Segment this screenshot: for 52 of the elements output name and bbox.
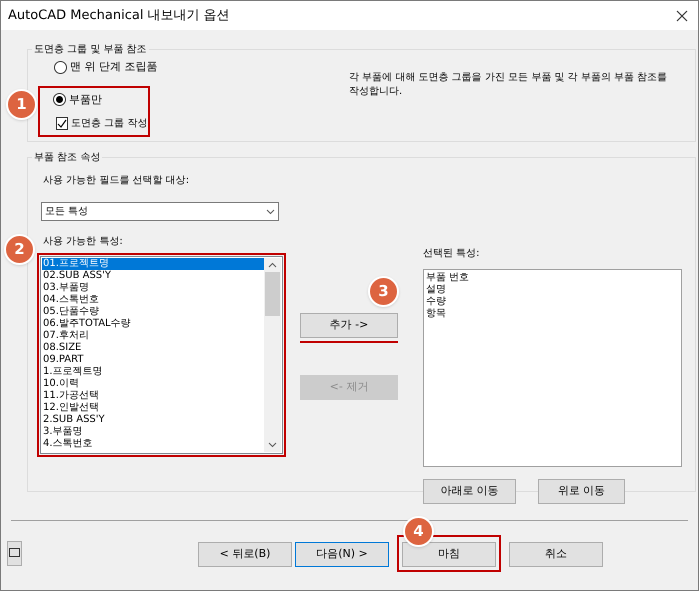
list-item[interactable]: 08.SIZE: [42, 342, 264, 354]
list-item[interactable]: 설명: [426, 284, 679, 296]
footer-button[interactable]: 다음(N) >: [295, 542, 389, 567]
step-badge: 3: [368, 276, 399, 307]
list-item[interactable]: 02.SUB ASS'Y: [42, 270, 264, 282]
list-item[interactable]: 12.인발선택: [42, 402, 264, 414]
checkbox-label: 도면층 그룹 작성: [71, 117, 148, 131]
field-label: 사용 가능한 특성:: [43, 235, 124, 249]
step-badge: 2: [4, 234, 35, 265]
footer-button[interactable]: < 뒤로(B): [198, 542, 292, 567]
chevron-down-icon: [266, 208, 275, 214]
list-item[interactable]: 07.후처리: [42, 330, 264, 342]
list-item[interactable]: 2.SUB ASS'Y: [42, 414, 264, 426]
list-item[interactable]: 01.프로젝트명: [42, 258, 264, 270]
chevron-down-icon[interactable]: [268, 442, 277, 448]
list-item[interactable]: 4.스톡번호: [42, 438, 264, 450]
list-item[interactable]: 06.발주TOTAL수량: [42, 318, 264, 330]
list-item[interactable]: 항목: [426, 308, 679, 320]
field-label: 선택된 특성:: [423, 247, 481, 261]
close-icon[interactable]: [676, 10, 688, 22]
radio-button[interactable]: [54, 60, 67, 74]
add-button[interactable]: 추가 ->: [300, 313, 398, 338]
window-title: AutoCAD Mechanical 내보내기 옵션: [8, 6, 230, 25]
step-badge: 4: [403, 516, 434, 547]
list-item[interactable]: 부품 번호: [426, 272, 679, 284]
checkbox[interactable]: [56, 117, 68, 130]
list-item[interactable]: 04.스톡번호: [42, 294, 264, 306]
footer-button[interactable]: 마침: [402, 542, 496, 567]
field-label: 사용 가능한 필드를 선택할 대상:: [43, 174, 190, 188]
list-item[interactable]: 수량: [426, 296, 679, 308]
scrollbar-thumb[interactable]: [265, 272, 280, 316]
step-badge: 1: [6, 89, 37, 120]
group-title: 도면층 그룹 및 부품 참조: [33, 43, 148, 57]
help-button[interactable]: [7, 540, 22, 566]
footer-button[interactable]: 취소: [509, 542, 603, 567]
list-item[interactable]: 11.가공선택: [42, 390, 264, 402]
move-button[interactable]: 위로 이동: [538, 479, 625, 504]
group-title: 부품 참조 속성: [33, 151, 102, 165]
list-item[interactable]: 1.프로젝트명: [42, 366, 264, 378]
list-item[interactable]: 10.이력: [42, 378, 264, 390]
scrollbar[interactable]: [264, 258, 281, 452]
move-button[interactable]: 아래로 이동: [423, 479, 516, 504]
radio-label: 부품만: [69, 92, 102, 108]
description-text: 각 부품에 대해 도면층 그룹을 가진 모든 부품 및 각 부품의 부품 참조를 작성합니다.: [349, 71, 668, 99]
radio-label: 맨 위 단계 조립품: [70, 59, 158, 75]
list-item[interactable]: 03.부품명: [42, 282, 264, 294]
chevron-up-icon[interactable]: [268, 262, 277, 268]
list-item[interactable]: 3.부품명: [42, 426, 264, 438]
list-item[interactable]: 09.PART: [42, 354, 264, 366]
property-dropdown[interactable]: 모든 특성: [41, 202, 279, 221]
radio-button[interactable]: [53, 93, 66, 106]
list-item[interactable]: 05.단품수량: [42, 306, 264, 318]
